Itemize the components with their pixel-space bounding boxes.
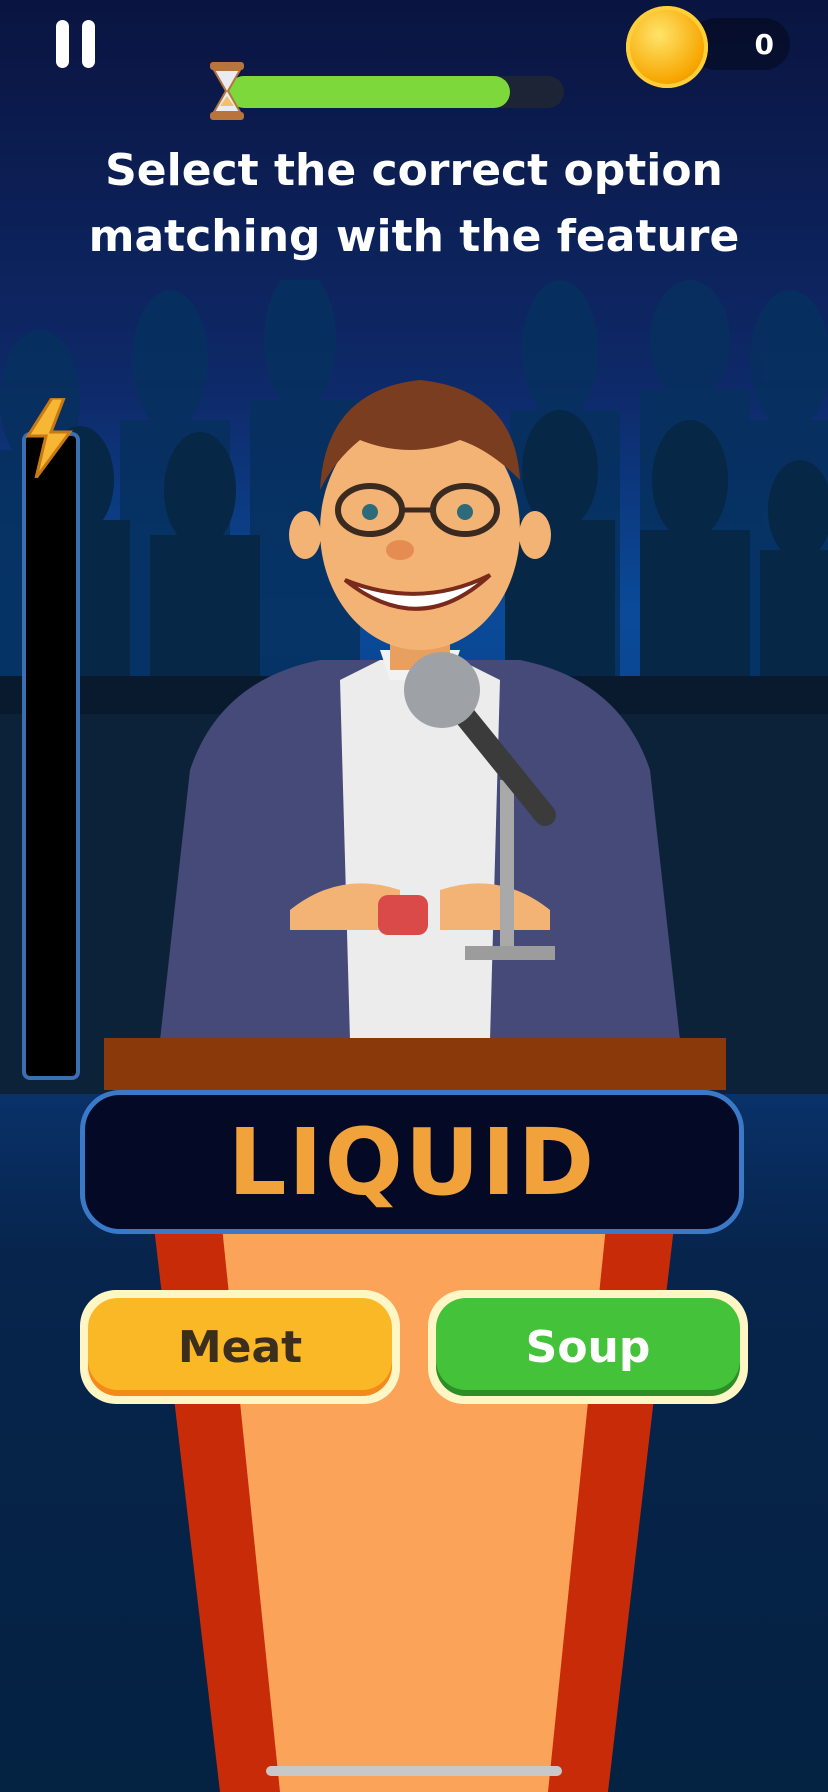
answer-option-soup[interactable]: Soup xyxy=(428,1290,748,1404)
timer-fill xyxy=(228,76,511,108)
coin-icon xyxy=(626,6,708,88)
feature-word-box: LIQUID xyxy=(80,1090,744,1234)
energy-meter xyxy=(22,432,80,1080)
hourglass-icon xyxy=(210,62,244,120)
feature-word: LIQUID xyxy=(227,1108,597,1216)
question-prompt: Select the correct option matching with … xyxy=(0,138,828,270)
answer-option-label: Soup xyxy=(436,1298,740,1396)
timer-bar xyxy=(228,76,564,108)
quiz-host-character xyxy=(160,380,680,1040)
prompt-line-1: Select the correct option xyxy=(105,145,723,196)
home-indicator[interactable] xyxy=(266,1766,562,1776)
coin-count: 0 xyxy=(754,28,774,61)
lightning-icon xyxy=(25,398,73,478)
podium-top xyxy=(104,1038,726,1090)
answer-option-meat[interactable]: Meat xyxy=(80,1290,400,1404)
prompt-line-2: matching with the feature xyxy=(88,211,740,262)
game-screen: 0 Select the correct option matching wit… xyxy=(0,0,828,1792)
answer-option-label: Meat xyxy=(88,1298,392,1396)
pause-icon[interactable] xyxy=(52,20,100,68)
